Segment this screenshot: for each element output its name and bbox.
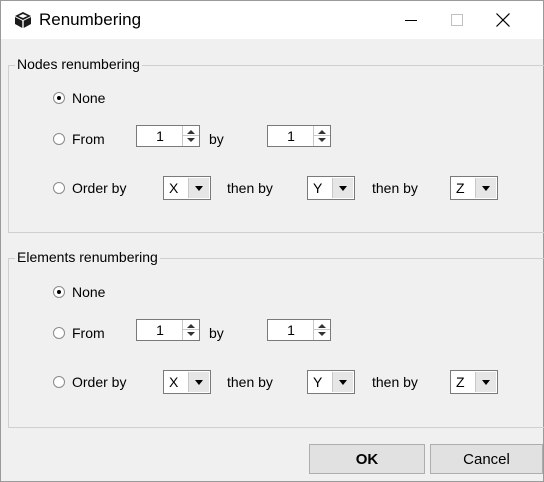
title-bar: Renumbering (1, 1, 543, 39)
nodes-none-radio[interactable] (53, 92, 65, 104)
nodes-order-by-label: Order by (72, 180, 127, 196)
spin-up-icon (187, 324, 195, 328)
cube-icon (15, 12, 31, 28)
elements-order-by-label: Order by (72, 374, 127, 390)
chevron-down-icon[interactable] (332, 372, 353, 392)
chevron-down-icon[interactable] (188, 178, 209, 198)
spin-down-icon (318, 332, 326, 336)
chevron-down-icon[interactable] (332, 178, 353, 198)
elements-by-stepper[interactable]: 1 (267, 319, 331, 341)
nodes-order3-value: Z (456, 180, 465, 196)
nodes-by-stepper[interactable]: 1 (267, 125, 331, 147)
chevron-down-icon[interactable] (475, 372, 496, 392)
minimize-icon (405, 20, 417, 21)
renumbering-dialog: Renumbering Nodes renumbering None From … (0, 0, 544, 482)
elements-from-spin-arrows[interactable] (182, 320, 199, 340)
spin-down-icon (187, 138, 195, 142)
elements-order-radio[interactable] (53, 376, 65, 388)
elements-by-spin-arrows[interactable] (313, 320, 330, 340)
elements-order1-select[interactable]: X (163, 370, 211, 394)
nodes-from-radio[interactable] (53, 133, 65, 145)
elements-order1-value: X (169, 374, 179, 390)
nodes-group-label: Nodes renumbering (15, 56, 142, 72)
ok-button[interactable]: OK (309, 444, 425, 474)
elements-none-label: None (72, 284, 106, 300)
spin-up-icon (318, 324, 326, 328)
window-title: Renumbering (39, 10, 142, 29)
elements-none-radio[interactable] (53, 286, 65, 298)
nodes-order2-value: Y (313, 180, 323, 196)
elements-from-value: 1 (156, 322, 164, 338)
chevron-down-icon[interactable] (188, 372, 209, 392)
elements-order3-select[interactable]: Z (450, 370, 498, 394)
elements-order2-select[interactable]: Y (307, 370, 355, 394)
nodes-by-label: by (209, 131, 224, 147)
spin-up-icon (318, 130, 326, 134)
nodes-by-value: 1 (287, 128, 295, 144)
nodes-order-radio[interactable] (53, 182, 65, 194)
nodes-none-label: None (72, 90, 106, 106)
nodes-order1-select[interactable]: X (163, 176, 211, 200)
chevron-down-icon[interactable] (475, 178, 496, 198)
spin-up-icon (187, 130, 195, 134)
nodes-order2-select[interactable]: Y (307, 176, 355, 200)
maximize-button[interactable] (434, 1, 480, 39)
nodes-then-by-label-2: then by (372, 180, 418, 196)
nodes-by-spin-arrows[interactable] (313, 126, 330, 146)
maximize-icon (451, 14, 463, 26)
elements-group-label: Elements renumbering (15, 249, 160, 265)
cancel-button[interactable]: Cancel (430, 444, 543, 474)
minimize-button[interactable] (388, 1, 434, 39)
elements-then-by-label-1: then by (227, 374, 273, 390)
nodes-from-label: From (72, 131, 105, 147)
elements-from-label: From (72, 325, 105, 341)
elements-then-by-label-2: then by (372, 374, 418, 390)
nodes-from-spin-arrows[interactable] (182, 126, 199, 146)
spin-down-icon (318, 138, 326, 142)
close-icon (496, 13, 510, 27)
elements-by-label: by (209, 325, 224, 341)
elements-from-stepper[interactable]: 1 (136, 319, 200, 341)
elements-from-radio[interactable] (53, 327, 65, 339)
nodes-then-by-label-1: then by (227, 180, 273, 196)
elements-by-value: 1 (287, 322, 295, 338)
elements-order2-value: Y (313, 374, 323, 390)
nodes-from-stepper[interactable]: 1 (136, 125, 200, 147)
nodes-order1-value: X (169, 180, 179, 196)
close-button[interactable] (480, 1, 526, 39)
spin-down-icon (187, 332, 195, 336)
nodes-order3-select[interactable]: Z (450, 176, 498, 200)
nodes-from-value: 1 (156, 128, 164, 144)
elements-order3-value: Z (456, 374, 465, 390)
